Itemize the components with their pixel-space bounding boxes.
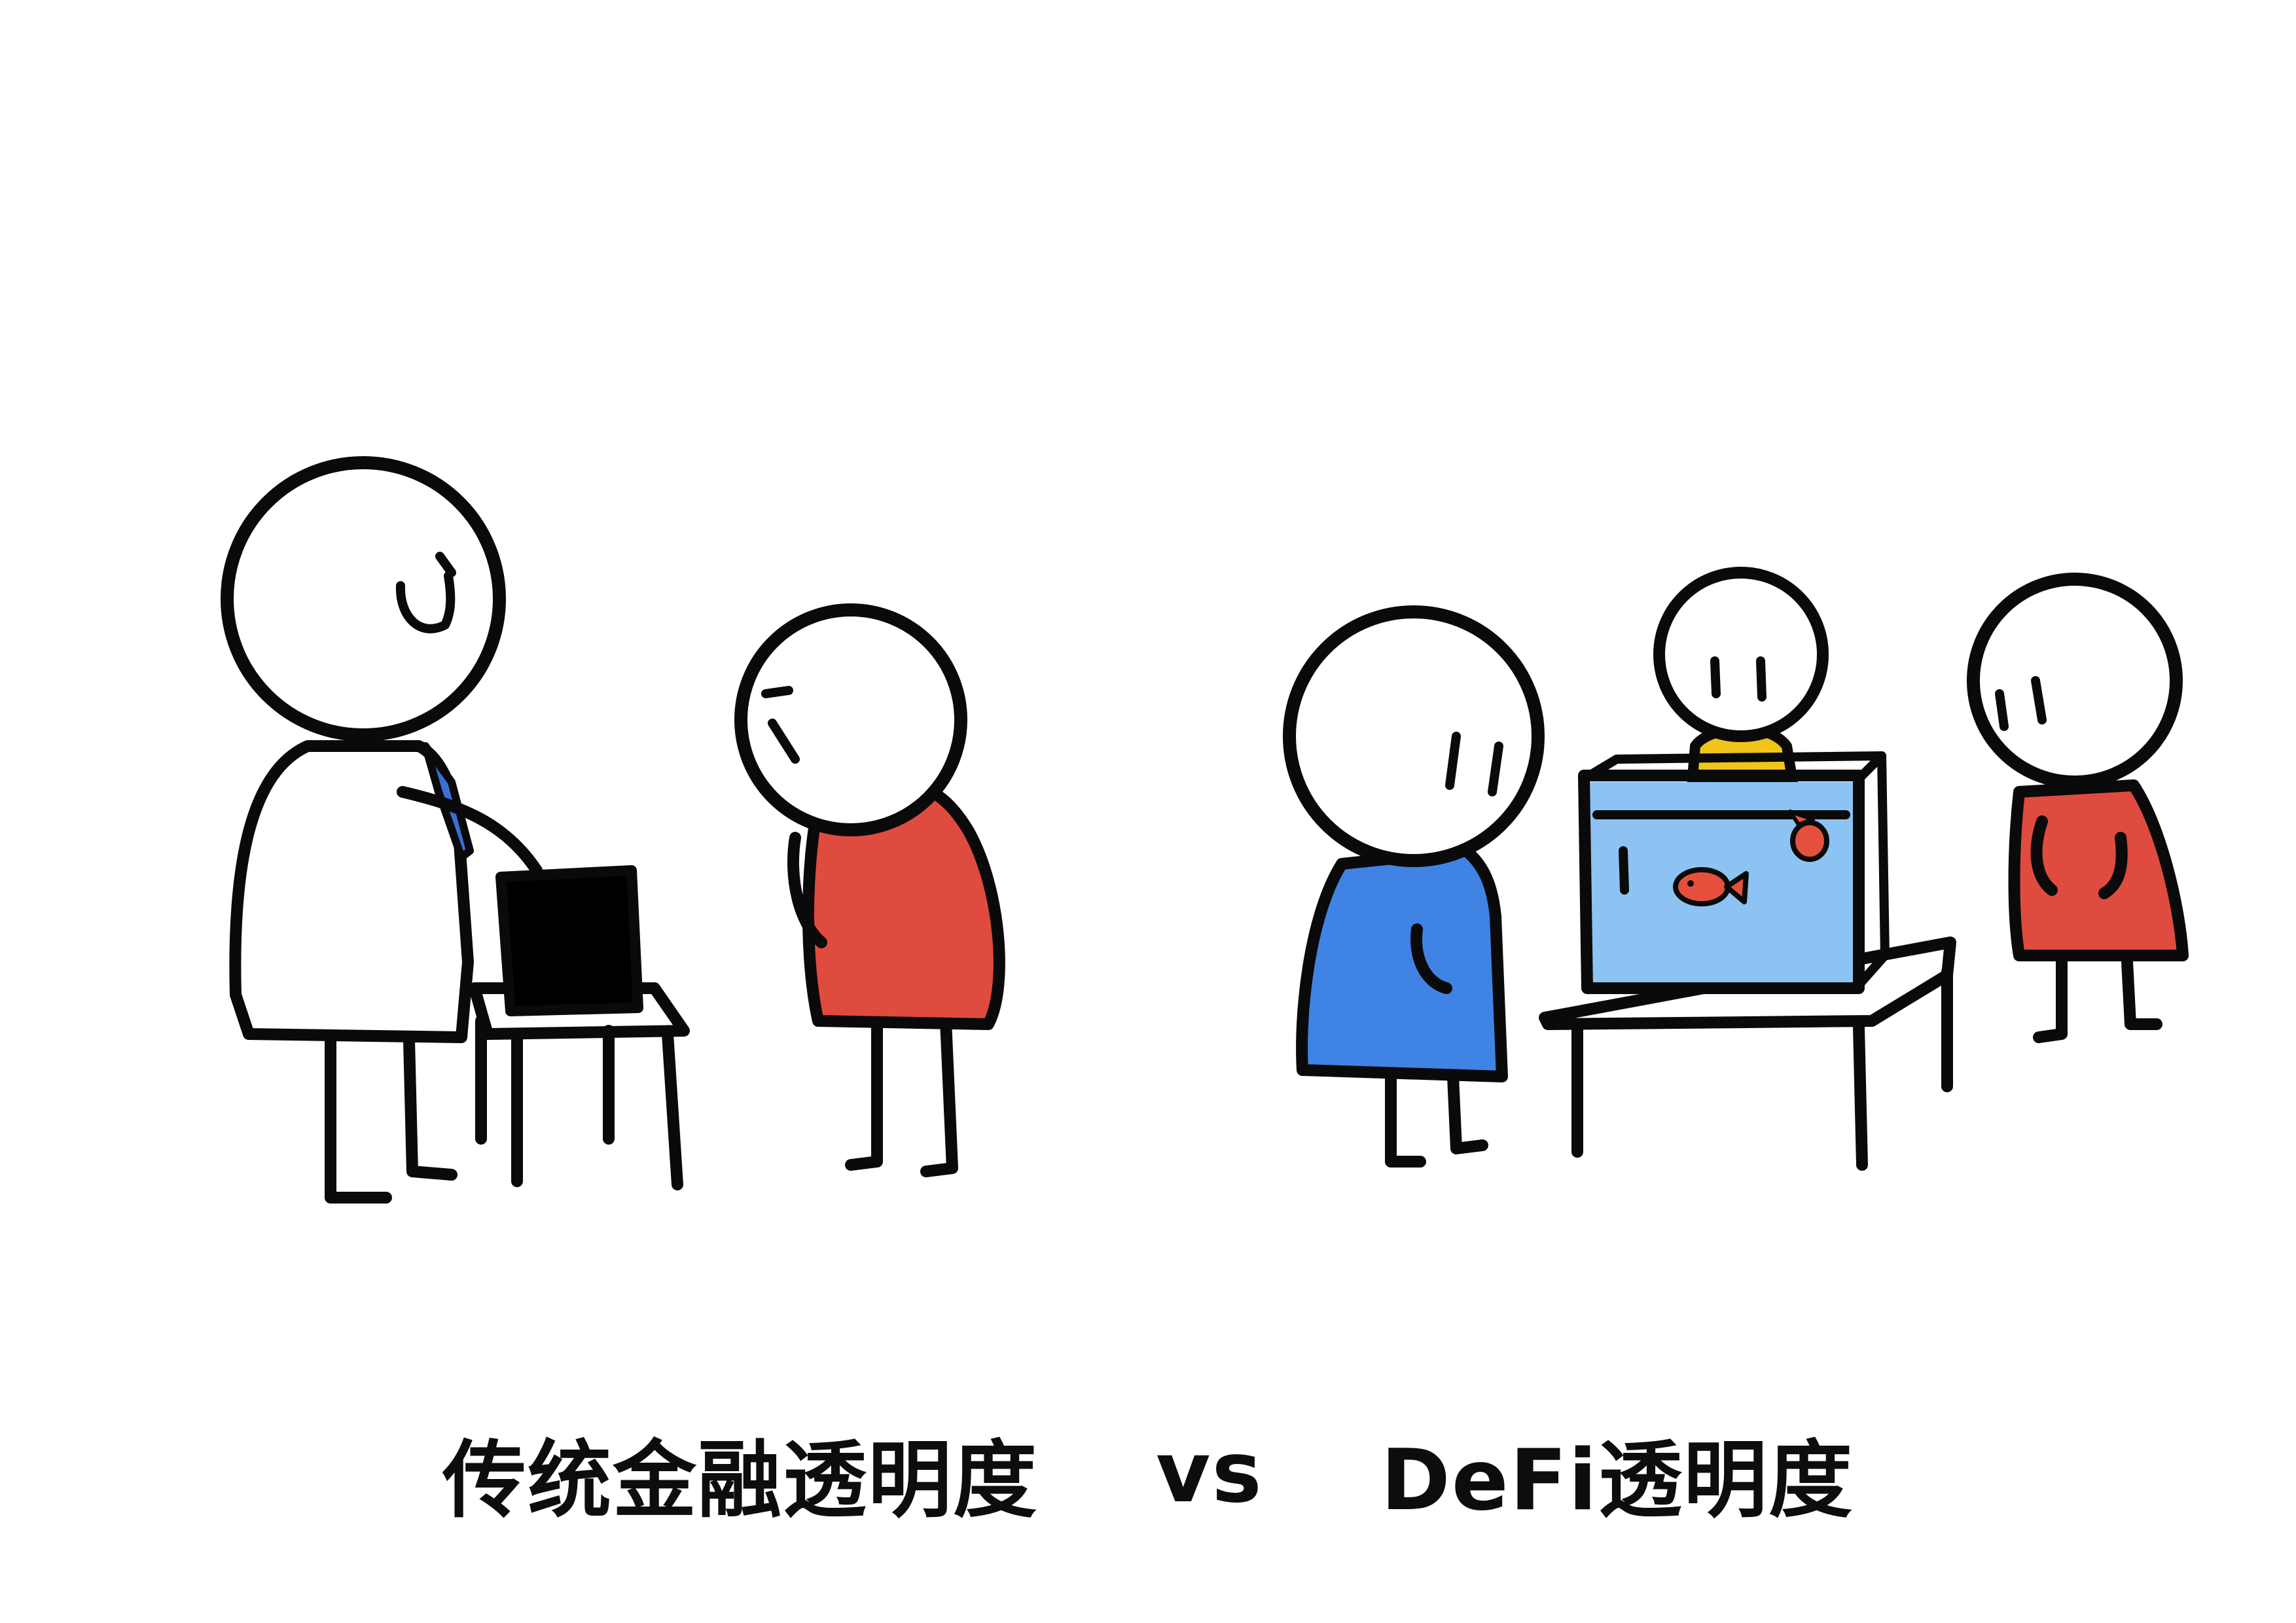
black-box-icon <box>495 865 643 1016</box>
caption-traditional-finance: 传统金融透明度 <box>442 1431 1038 1529</box>
blue-figure-icon <box>1283 605 1545 1168</box>
client-figure-icon <box>734 603 1005 1177</box>
right-scene <box>1283 567 2189 1171</box>
caption: 传统金融透明度 vs DeFi透明度 <box>0 1410 2296 1535</box>
left-scene <box>221 456 1005 1204</box>
red-figure-icon <box>1967 573 2189 1043</box>
left-table <box>469 982 690 1190</box>
caption-defi: DeFi透明度 <box>1380 1431 1854 1529</box>
banker-figure-icon <box>221 456 543 1204</box>
caption-vs: vs <box>1156 1423 1263 1522</box>
fish-tank-icon <box>1578 751 1890 994</box>
illustration <box>221 456 2189 1204</box>
